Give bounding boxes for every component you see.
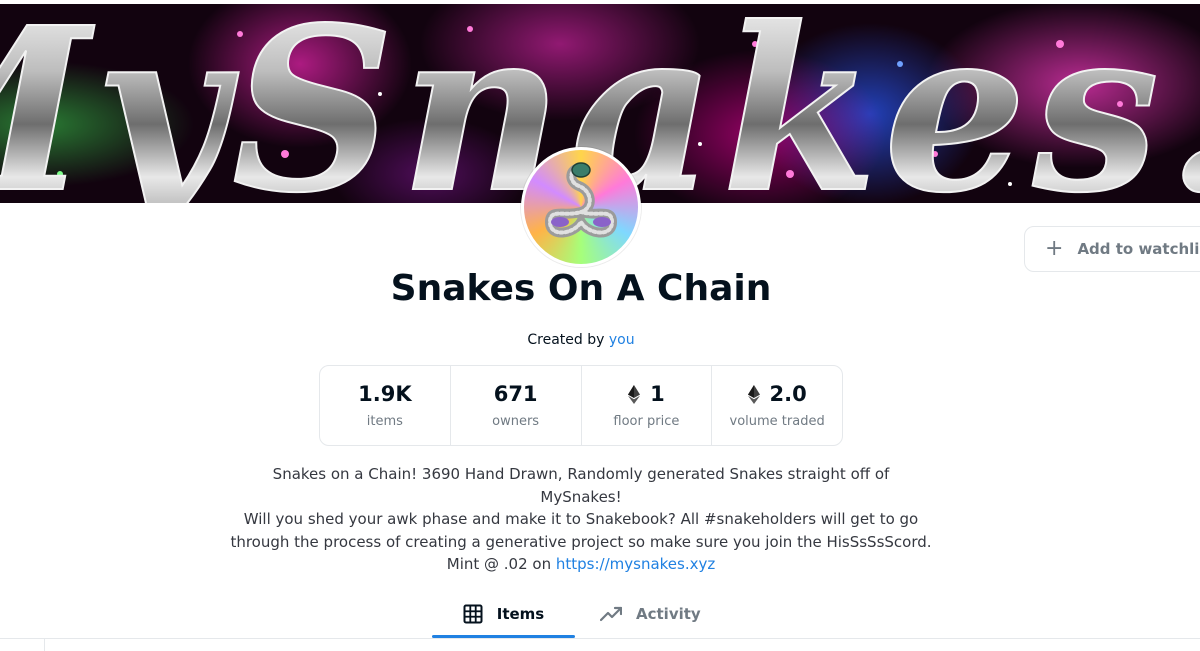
add-to-watchlist-button[interactable]: + Add to watchlist	[1024, 226, 1200, 272]
collection-description: Snakes on a Chain! 3690 Hand Drawn, Rand…	[230, 463, 932, 576]
collection-avatar	[521, 147, 641, 267]
grid-icon	[463, 604, 483, 624]
description-line: through the process of creating a genera…	[230, 532, 932, 551]
creator-link[interactable]: you	[609, 332, 635, 348]
stat-floor-price-label: floor price	[613, 414, 680, 429]
stat-items-label: items	[366, 414, 403, 429]
website-link[interactable]: https://mysnakes.xyz	[556, 555, 715, 573]
collection-tabs: Items Activity	[0, 590, 1200, 640]
watchlist-label: Add to watchlist	[1077, 240, 1200, 258]
tab-items-label: Items	[496, 605, 545, 623]
tabs-divider	[0, 638, 1200, 639]
description-line: Mint @ .02 on https://mysnakes.xyz	[230, 553, 932, 576]
ethereum-icon	[747, 384, 760, 404]
created-by-label: Created by	[527, 332, 605, 348]
stat-items-value: 1.9K	[358, 382, 412, 406]
plus-icon: +	[1045, 236, 1064, 261]
snake-avatar-icon	[544, 162, 618, 238]
stat-volume-traded[interactable]: 2.0 volume traded	[712, 366, 842, 445]
collection-stats: 1.9K items 671 owners 1 floor price 2.0 …	[319, 365, 843, 446]
collection-title: Snakes On A Chain	[390, 268, 772, 309]
tab-activity[interactable]: Activity	[600, 590, 701, 638]
tab-items[interactable]: Items	[432, 590, 575, 638]
stat-owners-value: 671	[493, 382, 538, 406]
content-edge	[44, 639, 45, 651]
stat-owners-label: owners	[492, 414, 540, 429]
stat-owners[interactable]: 671 owners	[451, 366, 582, 445]
description-line: Snakes on a Chain! 3690 Hand Drawn, Rand…	[272, 465, 890, 506]
stat-floor-price-value: 1	[650, 382, 665, 406]
ethereum-icon	[628, 384, 641, 404]
stat-volume-traded-label: volume traded	[729, 414, 825, 429]
created-by: Created by you	[0, 332, 1162, 348]
mint-text: Mint @ .02 on	[446, 555, 552, 573]
stat-floor-price[interactable]: 1 floor price	[582, 366, 713, 445]
activity-chart-icon	[600, 606, 622, 622]
stat-volume-traded-value: 2.0	[769, 382, 807, 406]
stat-items[interactable]: 1.9K items	[320, 366, 451, 445]
tab-activity-label: Activity	[636, 605, 701, 623]
description-line: Will you shed your awk phase and make it…	[243, 510, 919, 528]
